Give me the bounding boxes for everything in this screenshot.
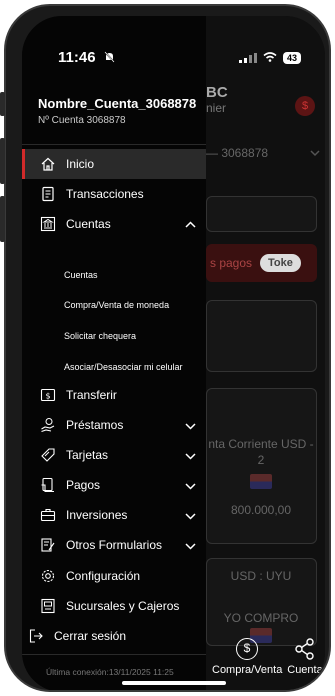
promo-banner: s pagos Toke: [206, 244, 317, 282]
side-button: [0, 196, 5, 242]
menu-item-pagos[interactable]: Pagos: [22, 470, 206, 500]
chevron-down-icon: [185, 449, 196, 463]
menu-label-cuentas: Cuentas: [66, 217, 111, 231]
submenu-item-cuentas[interactable]: Cuentas: [64, 270, 98, 280]
loan-hand-icon: [40, 417, 56, 433]
menu-item-sucursales[interactable]: Sucursales y Cajeros: [22, 591, 206, 621]
status-bar: 11:46 43: [22, 16, 325, 66]
account-selector: — 3068878: [206, 146, 320, 160]
home-icon: [40, 156, 56, 172]
battery-icon: 43: [282, 52, 301, 64]
chevron-down-icon: [185, 419, 196, 433]
chevron-down-icon: [185, 539, 196, 553]
menu-label-sucursales: Sucursales y Cajeros: [66, 599, 180, 613]
tab-compra-venta[interactable]: $ Compra/Venta: [212, 638, 282, 676]
home-indicator: [122, 681, 226, 685]
currency-badge: $: [295, 96, 315, 116]
currency-pair: USD : UYU: [230, 569, 292, 583]
profile-account: Nº Cuenta 3068878: [38, 115, 126, 126]
logout-icon: [28, 628, 44, 644]
chevron-up-icon: [185, 218, 196, 232]
menu-label-tarjetas: Tarjetas: [66, 448, 109, 462]
bank-icon: [40, 216, 56, 232]
menu-item-inicio[interactable]: Inicio: [22, 149, 206, 179]
chevron-down-icon: [310, 146, 320, 160]
menu-label-prestamos: Préstamos: [66, 418, 124, 432]
background-title: BC: [206, 84, 228, 101]
menu-item-transferir[interactable]: $ Transferir: [22, 380, 206, 410]
buy-label: YO COMPRO: [223, 611, 299, 625]
svg-text:$: $: [46, 392, 51, 401]
submenu-item-asociar-celular[interactable]: Asociar/Desasociar mi celular: [64, 362, 183, 372]
tab-cuenta[interactable]: Cuenta: [286, 638, 324, 676]
background-subtitle: nier: [206, 101, 227, 115]
dollar-circle-icon: $: [236, 638, 258, 660]
bell-off-icon: [104, 50, 115, 68]
payment-icon: [40, 477, 56, 493]
account-selector-text: — 3068878: [206, 146, 269, 160]
screen: BC nier $ — 3068878 s pagos Toke nta Cor…: [22, 16, 325, 690]
menu-item-cuentas[interactable]: Cuentas: [22, 209, 206, 239]
background-header: BC nier: [206, 84, 228, 115]
submenu-item-chequera[interactable]: Solicitar chequera: [64, 331, 136, 341]
account-balance: 800.000,00: [230, 503, 292, 517]
briefcase-icon: [40, 507, 56, 523]
gear-icon: [40, 568, 56, 584]
submenu-item-compra-venta[interactable]: Compra/Venta de moneda: [64, 300, 169, 310]
menu-item-otros-formularios[interactable]: Otros Formularios: [22, 530, 206, 560]
menu-label-cerrar-sesion: Cerrar sesión: [54, 629, 127, 643]
account-card-flag: [206, 474, 316, 493]
last-connection-text: Última conexión:13/11/2025 11:25: [46, 667, 174, 677]
promo-text: s pagos: [210, 256, 253, 270]
toke-logo: Toke: [260, 254, 301, 272]
tab-label-cuenta: Cuenta: [287, 664, 323, 676]
menu-label-transferir: Transferir: [66, 388, 117, 402]
menu-label-otros-formularios: Otros Formularios: [66, 538, 163, 552]
account-card-title: nta Corriente USD - 2: [208, 437, 314, 467]
form-edit-icon: [40, 537, 56, 553]
menu-item-cerrar-sesion[interactable]: Cerrar sesión: [22, 621, 206, 651]
menu-label-inicio: Inicio: [66, 157, 95, 171]
menu-item-prestamos[interactable]: Préstamos: [22, 410, 206, 440]
phone-frame: BC nier $ — 3068878 s pagos Toke nta Cor…: [4, 4, 331, 692]
transfer-icon: $: [40, 387, 56, 403]
side-button: [0, 92, 5, 116]
navigation-drawer: Nombre_Cuenta_3068878 Nº Cuenta 3068878 …: [22, 16, 206, 690]
wifi-icon: [263, 49, 277, 67]
menu-label-pagos: Pagos: [66, 478, 101, 492]
signal-icon: [238, 53, 257, 63]
menu-item-configuracion[interactable]: Configuración: [22, 561, 206, 591]
menu-label-inversiones: Inversiones: [66, 508, 128, 522]
search-card: [206, 196, 317, 232]
drawer-divider: [22, 144, 206, 145]
profile-name: Nombre_Cuenta_3068878: [38, 96, 197, 111]
card-tag-icon: [40, 447, 56, 463]
menu-label-configuracion: Configuración: [66, 569, 141, 583]
atm-icon: [40, 598, 56, 614]
status-time: 11:46: [58, 49, 96, 66]
menu-label-transacciones: Transacciones: [66, 187, 144, 201]
receipt-icon: [40, 186, 56, 202]
menu-item-transacciones[interactable]: Transacciones: [22, 179, 206, 209]
side-button: [0, 138, 5, 184]
flag-icon: [250, 474, 272, 489]
status-icons: 43: [238, 49, 301, 67]
info-card: [206, 300, 317, 372]
tab-label-compra-venta: Compra/Venta: [212, 664, 283, 676]
share-icon: [286, 638, 324, 660]
chevron-down-icon: [185, 479, 196, 493]
profile-header: Nombre_Cuenta_3068878 Nº Cuenta 3068878: [38, 96, 196, 126]
menu-item-inversiones[interactable]: Inversiones: [22, 500, 206, 530]
menu-item-tarjetas[interactable]: Tarjetas: [22, 440, 206, 470]
drawer-divider: [22, 654, 206, 655]
chevron-down-icon: [185, 509, 196, 523]
